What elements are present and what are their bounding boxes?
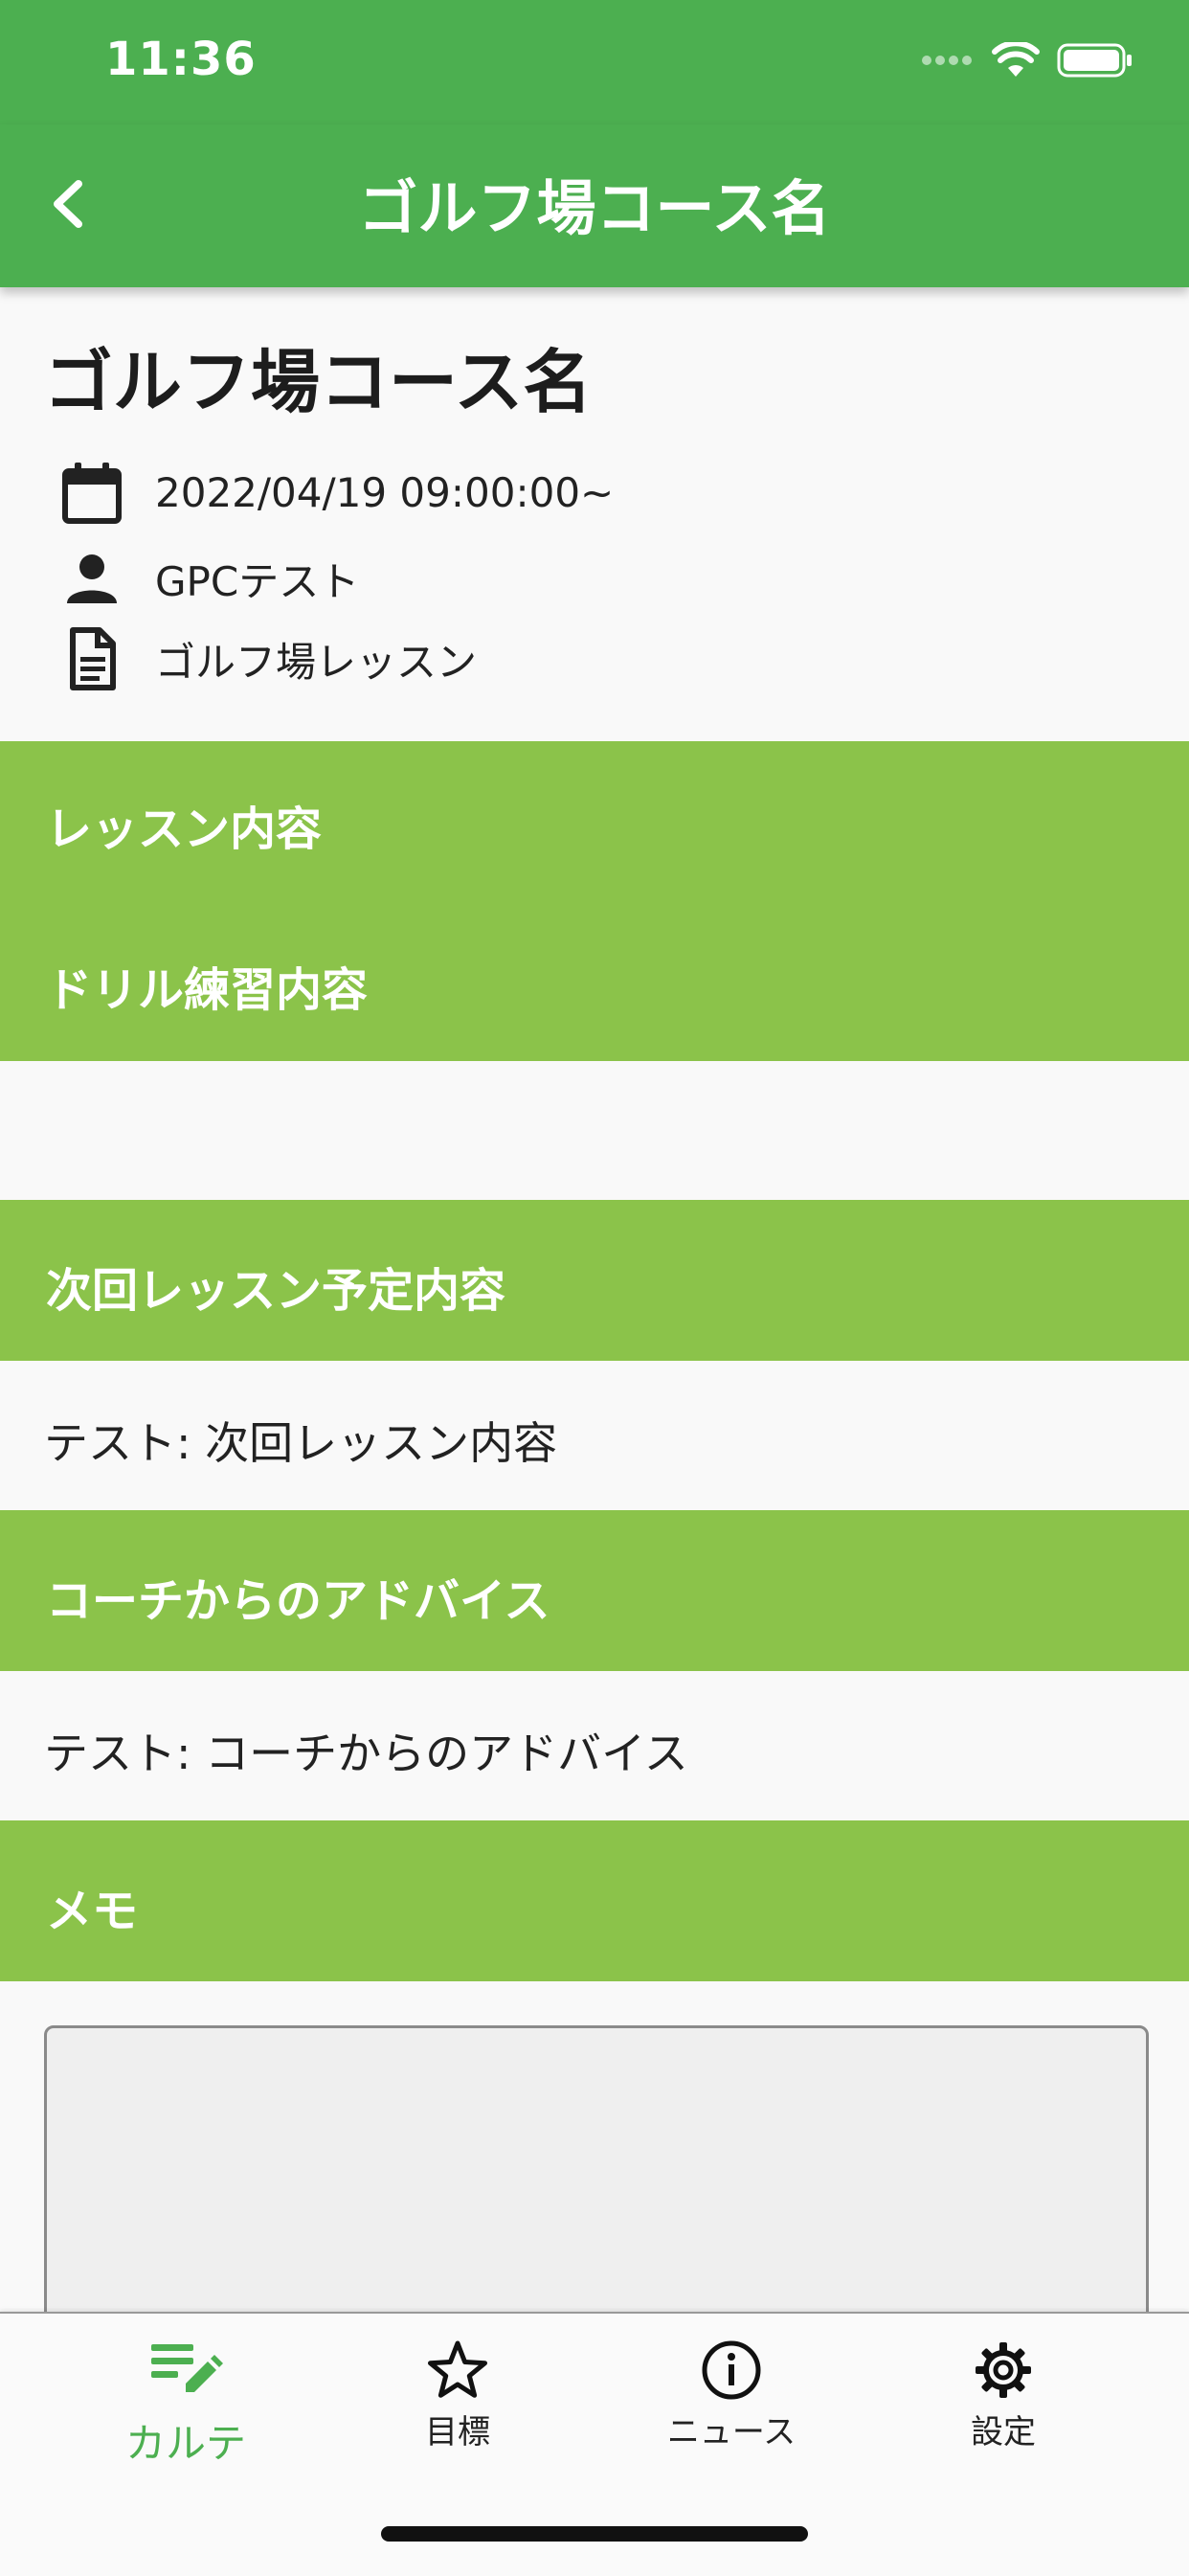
document-icon xyxy=(70,627,116,690)
lesson-info: ゴルフ場コース名 2022/04/19 09:00:00~ GPCテスト ゴルフ… xyxy=(0,287,1189,741)
lesson-date: 2022/04/19 09:00:00~ xyxy=(155,468,615,516)
lesson-type-row: ゴルフ場レッスン xyxy=(59,626,477,691)
star-icon xyxy=(428,2340,487,2398)
lesson-content-header: レッスン内容 xyxy=(46,802,323,856)
drill-header: ドリル練習内容 xyxy=(46,963,369,1017)
lesson-content-section: レッスン内容 ドリル練習内容 xyxy=(0,741,1189,1061)
gear-icon xyxy=(976,2342,1031,2398)
nav-label-goal: 目標 xyxy=(425,2413,490,2452)
calendar-icon xyxy=(62,463,122,524)
nav-label-karte: カルテ xyxy=(124,2420,246,2467)
status-bar: 11:36 xyxy=(0,0,1189,124)
nav-label-news: ニュース xyxy=(666,2413,796,2452)
edit-note-icon xyxy=(151,2344,223,2392)
lesson-type: ゴルフ場レッスン xyxy=(155,638,478,686)
next-lesson-header-bar: 次回レッスン予定内容 xyxy=(0,1200,1189,1361)
nav-label-settings: 設定 xyxy=(971,2413,1036,2452)
wifi-icon xyxy=(992,42,1040,77)
bottom-nav: カルテ 目標 ニュース 設定 xyxy=(0,2312,1189,2576)
next-lesson-header: 次回レッスン予定内容 xyxy=(46,1264,506,1318)
drill-body xyxy=(0,1061,1189,1200)
nav-item-news[interactable]: ニュース xyxy=(617,2339,846,2452)
memo-header-bar: メモ xyxy=(0,1820,1189,1981)
memo-header: メモ xyxy=(46,1885,139,1938)
memo-input[interactable] xyxy=(44,2025,1149,2357)
next-lesson-body: テスト: 次回レッスン内容 xyxy=(0,1361,1189,1510)
person-icon xyxy=(67,554,117,603)
signal-icon xyxy=(922,56,972,65)
date-row: 2022/04/19 09:00:00~ xyxy=(59,460,614,525)
nav-item-settings[interactable]: 設定 xyxy=(888,2339,1118,2452)
next-lesson-text: テスト: 次回レッスン内容 xyxy=(44,1417,558,1469)
status-icons xyxy=(921,42,1133,79)
advice-header-bar: コーチからのアドバイス xyxy=(0,1510,1189,1671)
app-bar-title: ゴルフ場コース名 xyxy=(358,173,831,243)
advice-header: コーチからのアドバイス xyxy=(46,1574,550,1628)
advice-body: テスト: コーチからのアドバイス xyxy=(0,1671,1189,1820)
info-icon xyxy=(702,2340,761,2400)
app-bar: ゴルフ場コース名 xyxy=(0,124,1189,287)
nav-item-karte[interactable]: カルテ xyxy=(71,2339,301,2470)
status-time: 11:36 xyxy=(105,33,257,86)
coach-name: GPCテスト xyxy=(155,557,360,605)
coach-row: GPCテスト xyxy=(59,546,359,611)
nav-item-goal[interactable]: 目標 xyxy=(343,2339,572,2452)
page-title: ゴルフ場コース名 xyxy=(44,342,593,422)
battery-icon xyxy=(1057,43,1132,78)
home-indicator xyxy=(381,2526,808,2542)
advice-text: テスト: コーチからのアドバイス xyxy=(44,1728,688,1779)
